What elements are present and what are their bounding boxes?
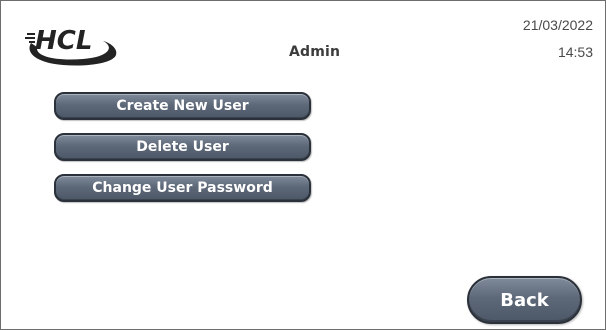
delete-user-button[interactable]: Delete User — [54, 133, 311, 161]
current-user-label: Admin — [289, 44, 341, 60]
svg-text:HCL: HCL — [35, 26, 92, 56]
date-display: 21/03/2022 — [522, 17, 593, 33]
hcl-logo: HCL — [25, 26, 117, 66]
change-user-password-button[interactable]: Change User Password — [54, 174, 311, 202]
time-display: 14:53 — [557, 44, 593, 60]
create-new-user-button[interactable]: Create New User — [54, 92, 311, 120]
back-button[interactable]: Back — [467, 276, 582, 324]
admin-screen: HCL Admin 21/03/2022 14:53 Create New Us… — [0, 0, 606, 330]
